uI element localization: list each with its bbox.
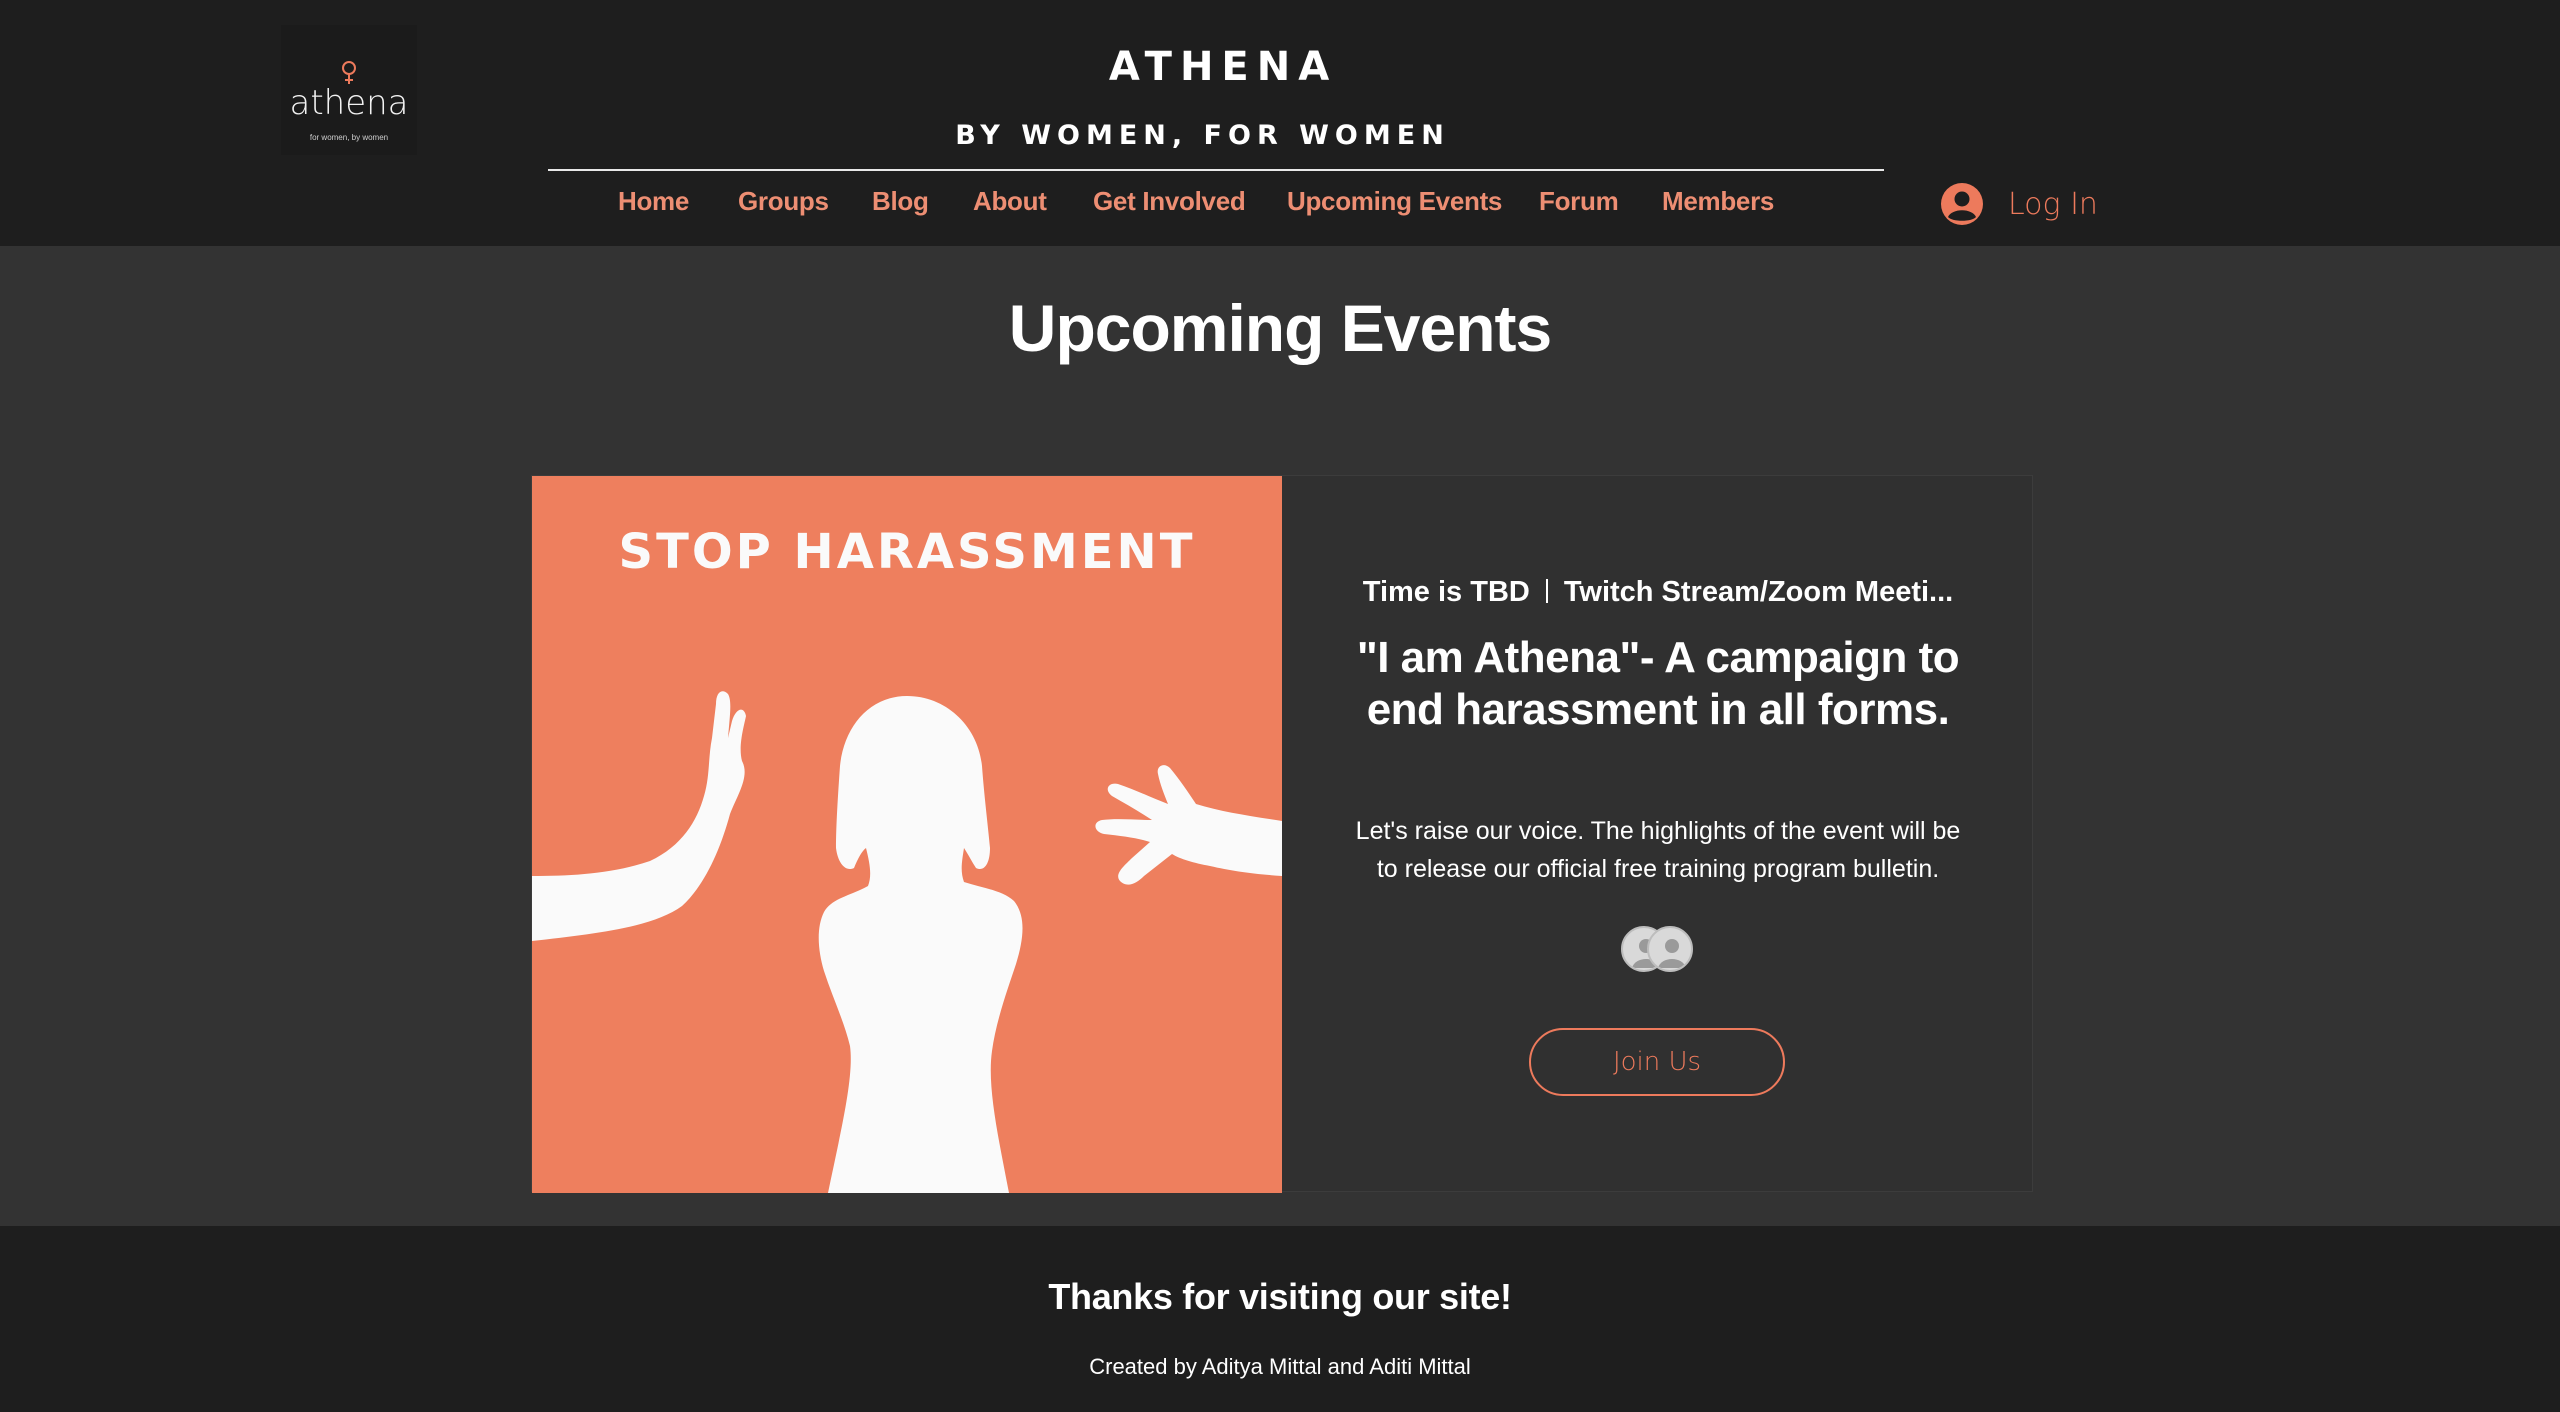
event-card: STOP HARASSMENT Time is TBD Twitch Stream… [531, 475, 2034, 1193]
event-meta: Time is TBD Twitch Stream/Zoom Meeti... [1282, 576, 2034, 609]
nav-item-groups[interactable]: Groups [738, 186, 829, 217]
attendee-avatars [1617, 926, 1697, 974]
event-time: Time is TBD [1362, 576, 1530, 608]
stop-harassment-illustration: STOP HARASSMENT [532, 524, 1282, 1193]
join-us-button[interactable]: Join Us [1529, 1028, 1785, 1096]
footer-credit: Created by Aditya Mittal and Aditi Mitta… [1089, 1354, 1471, 1379]
user-avatar-icon [1941, 183, 1983, 225]
nav-item-about[interactable]: About [973, 186, 1047, 217]
header-divider [548, 169, 1884, 171]
site-header: athena for women, by women ATHENA BY WOM… [0, 0, 2560, 246]
nav-item-upcoming-events[interactable]: Upcoming Events [1287, 186, 1502, 217]
event-title[interactable]: "I am Athena"- A campaign to end harassm… [1342, 632, 1974, 736]
page-title: Upcoming Events [1008, 291, 1552, 365]
login-button[interactable]: Log In [1940, 180, 2098, 228]
attendee-avatar-icon [1647, 926, 1693, 972]
nav-item-home[interactable]: Home [618, 186, 689, 217]
site-footer: Thanks for visiting our site! Created by… [0, 1226, 2560, 1412]
nav-item-get-involved[interactable]: Get Involved [1093, 186, 1246, 217]
event-details: Time is TBD Twitch Stream/Zoom Meeti... "… [1282, 476, 2034, 1193]
site-tagline: BY WOMEN, FOR WOMEN [955, 120, 1450, 151]
left-hand-silhouette [532, 691, 746, 941]
nav-item-forum[interactable]: Forum [1539, 186, 1619, 217]
footer-heading: Thanks for visiting our site! [1048, 1276, 1512, 1317]
nav-item-blog[interactable]: Blog [872, 186, 929, 217]
woman-silhouette [818, 696, 1023, 1193]
meta-separator [1545, 579, 1548, 603]
event-location: Twitch Stream/Zoom Meeti... [1563, 576, 1954, 608]
event-image[interactable]: STOP HARASSMENT [532, 476, 1282, 1193]
event-description: Let's raise our voice. The highlights of… [1355, 817, 1961, 883]
login-label: Log In [2008, 186, 2098, 222]
nav-item-members[interactable]: Members [1662, 186, 1774, 217]
event-image-text: STOP HARASSMENT [619, 524, 1196, 580]
right-hand-silhouette [1095, 765, 1282, 885]
site-title: ATHENA [1108, 44, 1338, 90]
main-nav: Home Groups Blog About Get Involved Upco… [0, 186, 2560, 226]
